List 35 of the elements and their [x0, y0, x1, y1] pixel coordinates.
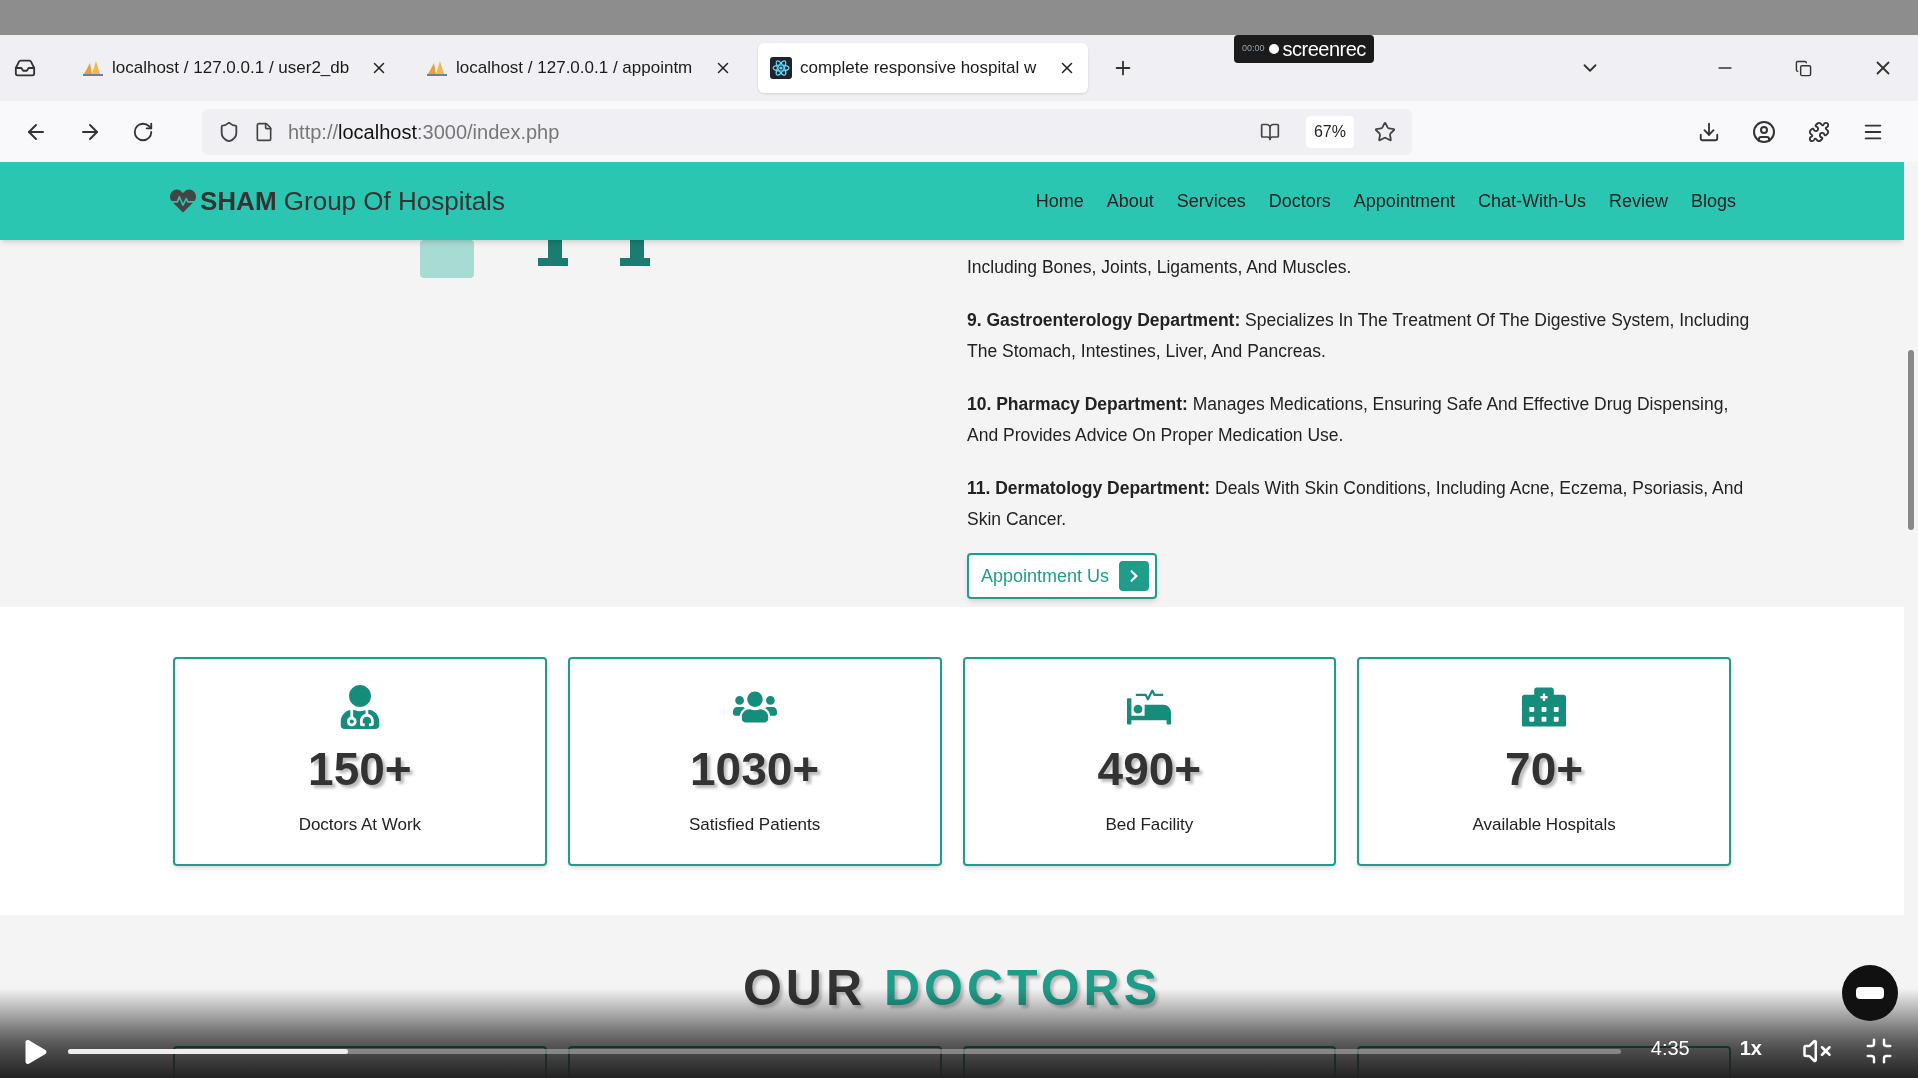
tab-title: localhost / 127.0.0.1 / user2_db: [112, 57, 351, 80]
department-paragraph: 9. Gastroenterology Department: Specializes In The Treatment Of The Digestive System, Including The Stomach, Intestines, Liver, And Pancreas.: [967, 309, 1751, 363]
stat-label: Bed Facility: [1105, 814, 1194, 836]
recorder-label: screenrec: [1282, 37, 1366, 62]
nav-link[interactable]: Home: [1035, 187, 1084, 215]
browser-tab[interactable]: complete responsive hospital w: [758, 43, 1088, 93]
zoom-level[interactable]: 67%: [1305, 115, 1354, 148]
stat-number: 70+: [1505, 742, 1584, 797]
browser-tab[interactable]: localhost / 127.0.0.1 / appointm: [414, 43, 744, 93]
browser-tab[interactable]: localhost / 127.0.0.1 / user2_db: [70, 43, 400, 93]
stat-label: Satisfied Patients: [688, 814, 821, 836]
stat-label: Doctors At Work: [298, 814, 422, 836]
playback-time: 4:35: [1650, 1036, 1690, 1061]
nav-link[interactable]: Chat-With-Us: [1477, 187, 1586, 215]
tab-title: localhost / 127.0.0.1 / appointm: [456, 57, 694, 80]
stat-number: 1030+: [690, 742, 820, 797]
stat-number: 490+: [1097, 742, 1202, 797]
recorder-time: 00:00: [1242, 42, 1265, 56]
stat-number: 150+: [308, 742, 412, 797]
site-logo[interactable]: SHAM Group Of Hospitals: [200, 181, 505, 221]
nav-link[interactable]: Appointment: [1353, 187, 1455, 215]
url-text: http://localhost:3000/index.php: [288, 119, 561, 145]
nav-link[interactable]: About: [1106, 187, 1154, 215]
nav-link[interactable]: Doctors: [1268, 187, 1331, 215]
speed-button[interactable]: 1x: [1739, 1033, 1762, 1063]
section-title: OUR DOCTORS: [742, 959, 1162, 1018]
address-bar[interactable]: http://localhost:3000/index.php 67%: [202, 108, 1412, 155]
nav-link[interactable]: Services: [1176, 187, 1246, 215]
department-paragraph: Including Bones, Joints, Ligaments, And Muscles.: [967, 256, 1353, 279]
department-paragraph: 10. Pharmacy Department: Manages Medications, Ensuring Safe And Effective Drug Dispensing, And Provides Advice On Proper Medication Use.: [967, 393, 1730, 447]
department-paragraph: 11. Dermatology Department: Deals With Skin Conditions, Including Acne, Eczema, Psoriasis, And Skin Cancer.: [967, 477, 1745, 531]
nav-link[interactable]: Review: [1608, 187, 1668, 215]
stat-label: Available Hospitals: [1472, 814, 1616, 836]
nav-link[interactable]: Blogs: [1690, 187, 1736, 215]
tab-title: complete responsive hospital w: [800, 57, 1038, 80]
